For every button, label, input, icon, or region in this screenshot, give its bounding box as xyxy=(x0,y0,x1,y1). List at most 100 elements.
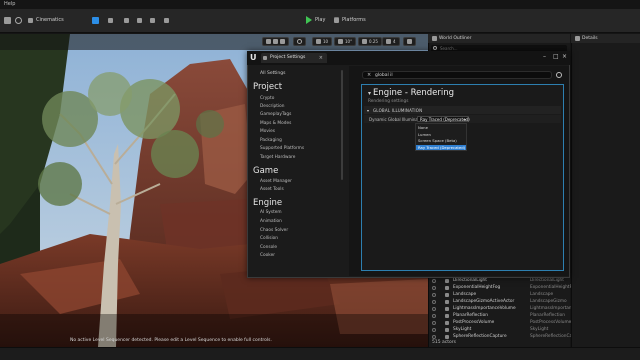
nav-item-chaos-solver[interactable]: Chaos Solver xyxy=(260,228,288,233)
landscape-icon xyxy=(445,292,449,297)
save-button[interactable] xyxy=(4,14,11,26)
nav-item-target-hardware[interactable]: Target Hardware xyxy=(260,155,295,160)
dropdown-option-none[interactable]: None xyxy=(416,125,466,131)
settings-search-input[interactable]: × global il xyxy=(362,71,552,79)
project-settings-tab[interactable]: Project Settings × xyxy=(261,53,327,63)
save-icon xyxy=(4,16,11,24)
nav-all-settings[interactable]: All Settings xyxy=(260,71,285,76)
modeling-mode-button[interactable] xyxy=(164,14,169,26)
dynamic-gi-property-row: Dynamic Global Illuminatio Ray Traced (D… xyxy=(364,115,561,123)
nav-item-maps-modes[interactable]: Maps & Modes xyxy=(260,121,291,126)
play-icon xyxy=(306,15,312,24)
nav-item-packaging[interactable]: Packaging xyxy=(260,138,282,143)
select-mode-button[interactable] xyxy=(108,14,113,26)
mountain-icon xyxy=(124,17,129,23)
world-outliner-tab[interactable]: World Outliner xyxy=(428,34,570,43)
brush-icon xyxy=(150,17,155,23)
menu-help[interactable]: Help xyxy=(4,1,15,7)
nav-item-crypto[interactable]: Crypto xyxy=(260,96,274,101)
nav-item-cooker[interactable]: Cooker xyxy=(260,253,275,258)
maximize-icon[interactable]: □ xyxy=(553,53,559,60)
angle-icon xyxy=(338,39,343,44)
move-icon xyxy=(266,39,271,44)
close-tab-icon[interactable]: × xyxy=(319,55,323,61)
nav-item-asset-tools[interactable]: Asset Tools xyxy=(260,187,284,192)
foliage-mode-button[interactable] xyxy=(137,14,142,26)
nav-item-console[interactable]: Console xyxy=(260,245,277,250)
actor-name: SphereReflectionCapture xyxy=(453,333,507,339)
section-title-text: Engine - Rendering xyxy=(373,88,455,98)
reflection-icon xyxy=(445,313,449,318)
nav-item-movies[interactable]: Movies xyxy=(260,129,275,134)
visibility-icon[interactable] xyxy=(432,306,436,311)
camera-speed-value: 4 xyxy=(393,39,396,44)
volume-icon xyxy=(445,306,449,311)
dropdown-option-ray-traced[interactable]: Ray Traced (Deprecated) xyxy=(416,144,466,150)
outliner-row[interactable]: LightmassImportanceVolume LightmassImport… xyxy=(428,305,577,312)
outliner-row[interactable]: ExponentialHeightFog ExponentialHeightFog xyxy=(428,284,577,291)
skylight-icon xyxy=(445,327,449,332)
gear-icon[interactable] xyxy=(556,72,562,78)
actor-type: PlanarReflection xyxy=(530,312,565,318)
camera-icon xyxy=(386,39,391,44)
visibility-icon[interactable] xyxy=(432,299,436,304)
dynamic-gi-method-select[interactable]: Ray Traced (Deprecated) ▾ xyxy=(417,116,470,122)
nav-scrollbar[interactable] xyxy=(341,70,343,180)
layout-button[interactable] xyxy=(403,37,416,46)
sequencer-message: No active Level Sequencer detected. Plea… xyxy=(70,338,272,343)
dropdown-option-lumen[interactable]: Lumen xyxy=(416,132,466,138)
visibility-icon[interactable] xyxy=(432,292,436,297)
scale-snap-value: 0.25 xyxy=(369,39,378,44)
visibility-icon[interactable] xyxy=(432,327,436,332)
nav-item-gameplaytags[interactable]: GameplayTags xyxy=(260,112,291,117)
global-illumination-category[interactable]: ▾ GLOBAL ILLUMINATION xyxy=(364,106,561,114)
visibility-icon[interactable] xyxy=(432,313,436,318)
mode-button[interactable] xyxy=(15,14,22,26)
outliner-row[interactable]: SphereReflectionCapture SphereReflectionC… xyxy=(428,333,584,340)
paint-mode-button[interactable] xyxy=(150,14,155,26)
actor-type: DirectionalLight xyxy=(530,277,564,283)
dropdown-option-screen-space[interactable]: Screen Space (Beta) xyxy=(416,138,466,144)
minimize-icon[interactable]: – xyxy=(543,53,546,60)
close-window-icon[interactable]: × xyxy=(562,53,567,60)
coordinate-space-toggle[interactable] xyxy=(293,37,306,46)
landscape-mode-button[interactable] xyxy=(124,14,129,26)
section-title[interactable]: ▾ Engine - Rendering xyxy=(368,88,454,98)
blueprint-button[interactable] xyxy=(92,14,99,26)
nav-item-asset-manager[interactable]: Asset Manager xyxy=(260,179,292,184)
transform-tools[interactable] xyxy=(262,37,289,46)
outliner-row[interactable]: DirectionalLight DirectionalLight xyxy=(428,277,568,284)
actor-name: LightmassImportanceVolume xyxy=(453,305,516,311)
outliner-row[interactable]: PlanarReflection PlanarReflection xyxy=(428,312,568,319)
actor-type: LandscapeGizmo xyxy=(530,298,567,304)
nav-item-animation[interactable]: Animation xyxy=(260,219,282,224)
visibility-icon[interactable] xyxy=(432,320,436,325)
grid-snap[interactable]: 10 xyxy=(312,37,333,46)
platforms-button[interactable]: Platforms xyxy=(334,14,366,26)
grid-snap-value: 10 xyxy=(323,39,329,44)
nav-section-game: Game xyxy=(253,166,279,176)
outliner-row[interactable]: SkyLight SkyLight xyxy=(428,326,568,333)
nav-item-description[interactable]: Description xyxy=(260,104,284,109)
rotation-snap[interactable]: 10° xyxy=(334,37,357,46)
outliner-icon xyxy=(432,36,437,41)
cinematics-button[interactable]: Cinematics xyxy=(28,14,64,26)
visibility-icon[interactable] xyxy=(432,278,436,283)
project-settings-titlebar[interactable]: U Project Settings × – □ × xyxy=(247,51,570,65)
nav-item-ai-system[interactable]: AI System xyxy=(260,210,282,215)
engine-rendering-section: ▾ Engine - Rendering Rendering settings ▾… xyxy=(361,84,564,271)
nav-item-supported-platforms[interactable]: Supported Platforms xyxy=(260,146,304,151)
visibility-icon[interactable] xyxy=(432,285,436,290)
volume-icon xyxy=(445,320,449,325)
outliner-row[interactable]: PostProcessVolume PostProcessVolume xyxy=(428,319,571,326)
outliner-row[interactable]: LandscapeGizmoActiveActor LandscapeGizmo xyxy=(428,298,568,305)
nav-item-collision[interactable]: Collision xyxy=(260,236,278,241)
camera-speed[interactable]: 4 xyxy=(382,37,400,46)
outliner-row[interactable]: Landscape Landscape xyxy=(428,291,568,298)
scale-snap[interactable]: 0.25 xyxy=(358,37,382,46)
details-tab[interactable]: Details xyxy=(571,34,640,43)
scale-snap-icon xyxy=(362,39,367,44)
fog-icon xyxy=(445,285,449,290)
clear-search-icon[interactable]: × xyxy=(367,72,371,78)
visibility-icon[interactable] xyxy=(432,334,436,339)
